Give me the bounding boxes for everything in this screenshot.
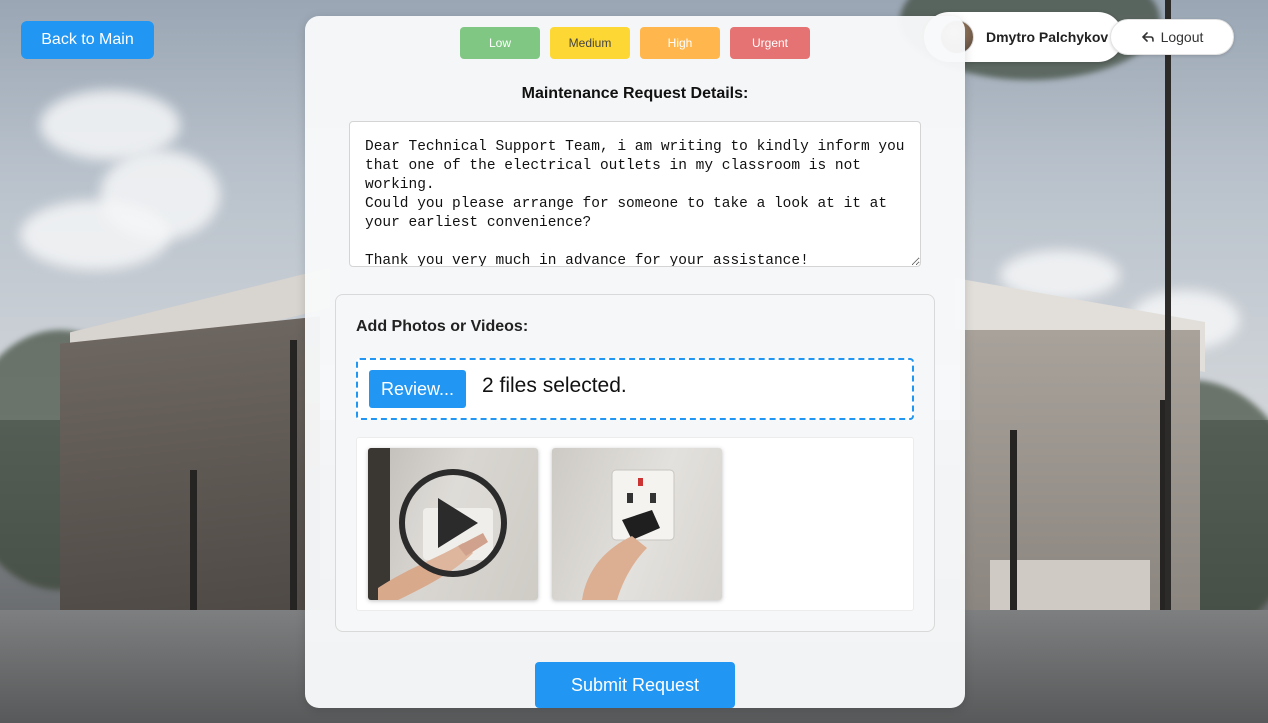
back-to-main-button[interactable]: Back to Main bbox=[21, 21, 154, 59]
media-upload-section: Add Photos or Videos: Review... 2 files … bbox=[335, 294, 935, 632]
logout-button[interactable]: Logout bbox=[1110, 19, 1234, 55]
details-label: Maintenance Request Details: bbox=[521, 85, 749, 102]
play-icon bbox=[399, 469, 507, 577]
outlet-photo-image bbox=[582, 469, 675, 600]
submit-request-button[interactable]: Submit Request bbox=[535, 662, 735, 708]
priority-urgent-button[interactable]: Urgent bbox=[730, 27, 810, 59]
photo-thumbnail[interactable] bbox=[552, 448, 722, 600]
priority-low-button[interactable]: Low bbox=[460, 27, 540, 59]
review-files-button[interactable]: Review... bbox=[369, 370, 466, 408]
logout-label: Logout bbox=[1160, 29, 1204, 45]
media-preview-list bbox=[356, 437, 914, 611]
video-thumbnail[interactable] bbox=[368, 448, 538, 600]
details-textarea[interactable] bbox=[349, 121, 921, 267]
priority-medium-button[interactable]: Medium bbox=[550, 27, 630, 59]
media-title: Add Photos or Videos: bbox=[356, 318, 529, 335]
priority-high-button[interactable]: High bbox=[640, 27, 720, 59]
priority-selector: Low Medium High Urgent bbox=[460, 27, 810, 59]
file-drop-zone[interactable]: Review... 2 files selected. bbox=[356, 358, 914, 420]
user-name: Dmytro Palchykov bbox=[986, 29, 1109, 45]
files-status: 2 files selected. bbox=[482, 374, 627, 397]
logout-arrow-icon bbox=[1141, 32, 1154, 42]
maintenance-request-card: Low Medium High Urgent Maintenance Reque… bbox=[305, 16, 965, 708]
